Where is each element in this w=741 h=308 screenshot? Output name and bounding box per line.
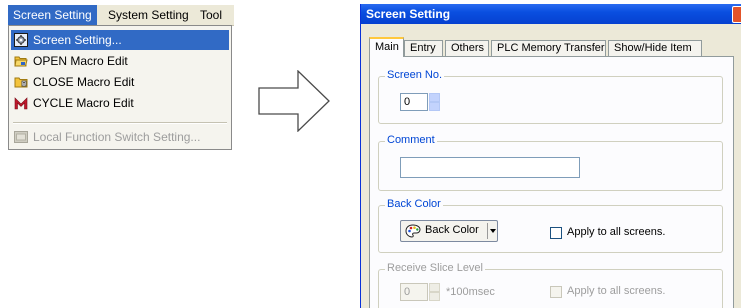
receive-slice-spinner[interactable]	[429, 283, 440, 301]
back-color-button[interactable]: Back Color	[400, 220, 498, 242]
open-macro-icon	[14, 54, 28, 68]
close-macro-icon	[14, 75, 28, 89]
cycle-macro-icon	[14, 96, 28, 110]
apply-all-receive-slice-checkbox[interactable]	[550, 286, 562, 298]
menu-tool[interactable]: Tool	[195, 5, 227, 25]
spin-down-button[interactable]	[429, 292, 440, 301]
split-divider	[487, 223, 488, 239]
receive-slice-group: Receive Slice Level 0 *100msec Apply to …	[378, 262, 723, 308]
menu-item-cycle-macro[interactable]: CYCLE Macro Edit	[11, 93, 229, 113]
chevron-down-icon[interactable]	[490, 229, 496, 233]
apply-all-back-color-label: Apply to all screens.	[567, 226, 666, 238]
receive-slice-unit: *100msec	[446, 286, 495, 298]
comment-input[interactable]	[400, 157, 580, 178]
menu-item-close-macro[interactable]: CLOSE Macro Edit	[11, 72, 229, 92]
screen-no-input[interactable]: 0	[400, 93, 428, 111]
tab-main[interactable]: Main	[369, 37, 404, 57]
spin-up-button[interactable]	[429, 93, 440, 102]
menu-separator	[13, 122, 227, 124]
menu-item-local-function-switch[interactable]: Local Function Switch Setting...	[11, 127, 229, 147]
screen-no-legend: Screen No.	[385, 69, 445, 81]
menu-screen-setting[interactable]: Screen Setting	[8, 5, 97, 25]
back-color-button-label: Back Color	[425, 224, 479, 236]
menu-item-label: Screen Setting...	[33, 33, 122, 47]
tab-plc-memory-transfer[interactable]: PLC Memory Transfer	[491, 40, 606, 56]
menu-item-label: Local Function Switch Setting...	[33, 130, 201, 144]
comment-legend: Comment	[385, 134, 437, 146]
apply-all-back-color-checkbox[interactable]	[550, 227, 562, 239]
back-color-legend: Back Color	[385, 198, 443, 210]
screen-no-group: Screen No. 0	[378, 69, 723, 124]
palette-icon	[405, 224, 421, 238]
screen-setting-dropdown: Screen Setting... OPEN Macro Edit CLOSE …	[8, 25, 232, 150]
receive-slice-legend: Receive Slice Level	[385, 262, 485, 274]
receive-slice-input[interactable]: 0	[400, 283, 428, 301]
screen-no-spinner[interactable]	[429, 93, 440, 111]
screen-setting-icon	[14, 33, 28, 47]
tab-show-hide-item[interactable]: Show/Hide Item	[608, 40, 702, 56]
menu-item-open-macro[interactable]: OPEN Macro Edit	[11, 51, 229, 71]
tab-entry[interactable]: Entry	[404, 40, 443, 56]
spin-down-button[interactable]	[429, 102, 440, 111]
dialog-title: Screen Setting	[366, 7, 451, 21]
apply-all-receive-slice-label: Apply to all screens.	[567, 285, 666, 297]
menu-item-label: OPEN Macro Edit	[33, 54, 128, 68]
dialog-titlebar: Screen Setting	[361, 4, 741, 24]
menu-bar: Screen Setting System Setting Tool	[8, 5, 234, 26]
right-arrow-icon	[258, 70, 330, 132]
spin-up-button[interactable]	[429, 283, 440, 292]
back-color-group: Back Color Back Color Apply to all scree…	[378, 198, 723, 253]
comment-group: Comment	[378, 134, 723, 191]
close-button[interactable]	[732, 6, 741, 23]
menu-item-label: CLOSE Macro Edit	[33, 75, 135, 89]
tab-others[interactable]: Others	[445, 40, 489, 56]
screen-setting-dialog: Screen Setting Main Entry Others PLC Mem…	[360, 4, 741, 308]
menu-item-screen-setting[interactable]: Screen Setting...	[11, 30, 229, 50]
local-function-icon	[14, 130, 28, 144]
menu-system-setting[interactable]: System Setting	[103, 5, 194, 25]
menu-item-label: CYCLE Macro Edit	[33, 96, 134, 110]
